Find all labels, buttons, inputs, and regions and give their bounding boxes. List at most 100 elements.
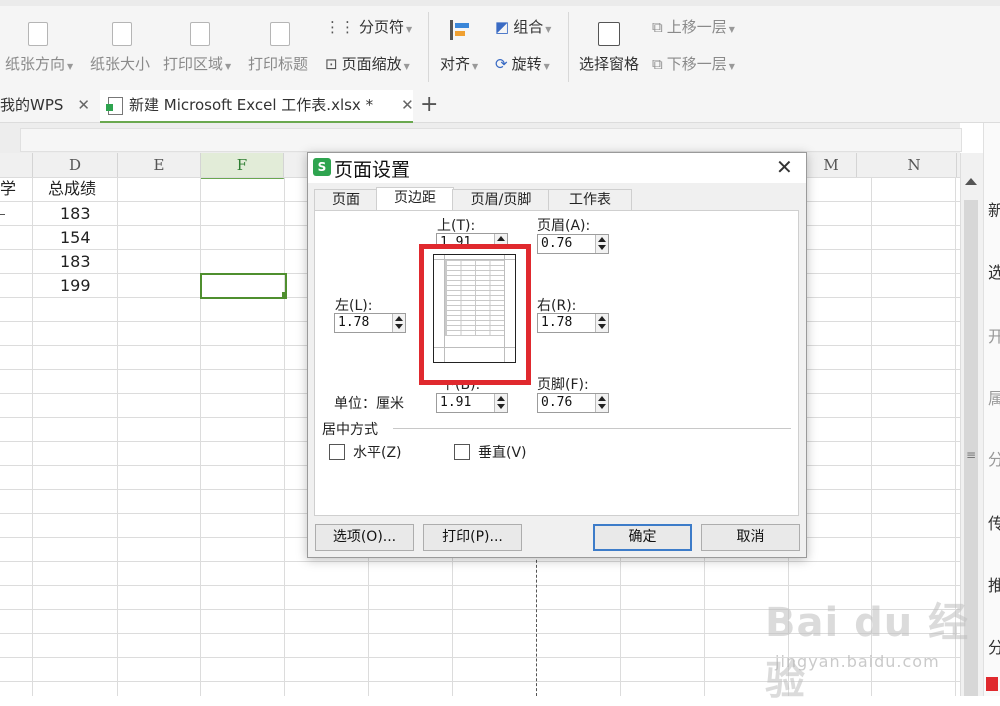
formula-input[interactable]	[20, 128, 962, 152]
print-area-button[interactable]: 打印区域 ▼	[163, 53, 231, 74]
selected-cell-f5[interactable]	[200, 273, 287, 299]
selection-pane-button[interactable]: 选择窗格	[579, 53, 639, 74]
paper-size-button[interactable]: 纸张大小	[90, 53, 150, 74]
selection-pane-icon	[598, 22, 620, 46]
tab-worksheet[interactable]: 工作表	[548, 189, 632, 211]
cell-d2[interactable]: 183	[60, 202, 91, 226]
page-preview-highlight	[419, 244, 531, 385]
bring-forward-icon: ⧉	[652, 18, 663, 36]
margins-tab-panel: 上(T): 1.91 页眉(A): 0.76 左(L): 1.78 右(R): …	[314, 210, 799, 516]
side-panel-text[interactable]: 分	[988, 446, 1000, 470]
grid-line	[200, 177, 201, 696]
vertical-label[interactable]: 垂直(V)	[478, 442, 527, 462]
spin-down-icon[interactable]	[598, 245, 606, 250]
tab-excel-file[interactable]: 新建 Microsoft Excel 工作表.xlsx * ✕	[100, 90, 414, 123]
close-icon[interactable]: ✕	[401, 96, 414, 114]
ribbon-top-strip	[0, 0, 1000, 6]
page-zoom-icon: ⊡	[325, 55, 338, 73]
right-margin-spinner[interactable]: 1.78	[537, 313, 609, 333]
paper-orientation-icon	[28, 22, 48, 46]
top-margin-label: 上(T):	[437, 218, 476, 234]
grid-line	[284, 177, 285, 696]
column-header-m[interactable]: M	[805, 153, 857, 177]
footer-margin-spinner[interactable]: 0.76	[537, 393, 609, 413]
cell-d3[interactable]: 154	[60, 226, 91, 250]
side-panel-text[interactable]: 开	[988, 323, 1000, 347]
header-margin-spinner[interactable]: 0.76	[537, 234, 609, 254]
column-header-d[interactable]: D	[33, 153, 118, 177]
side-panel-text[interactable]: 属	[988, 385, 1000, 409]
spin-down-icon[interactable]	[598, 404, 606, 409]
print-titles-button[interactable]: 打印标题	[248, 53, 308, 74]
bring-forward-button[interactable]: ⧉ 上移一层 ▼	[652, 16, 735, 37]
print-area-icon	[190, 22, 210, 46]
group-icon: ◩	[495, 18, 510, 36]
footer-margin-value[interactable]: 0.76	[541, 394, 572, 412]
horizontal-label[interactable]: 水平(Z)	[353, 442, 402, 462]
side-panel-text[interactable]: 选	[988, 259, 1000, 283]
cell-d1[interactable]: 总成绩	[48, 177, 96, 201]
column-header-f[interactable]: F	[201, 153, 284, 179]
align-button[interactable]: 对齐 ▼	[440, 53, 478, 74]
spin-down-icon[interactable]	[395, 324, 403, 329]
cell-c1[interactable]: 学	[0, 177, 16, 201]
cancel-button[interactable]: 取消	[701, 524, 800, 551]
column-header-n[interactable]: N	[872, 153, 957, 177]
spin-down-icon[interactable]	[497, 404, 505, 409]
spin-up-icon[interactable]	[598, 396, 606, 401]
page-zoom-button[interactable]: ⊡ 页面缩放 ▼	[325, 53, 410, 74]
spin-up-icon[interactable]	[497, 396, 505, 401]
tab-margins[interactable]: 页边距	[376, 187, 454, 212]
spin-up-icon[interactable]	[395, 316, 403, 321]
spin-buttons[interactable]	[392, 314, 405, 332]
scroll-grip-icon: ≡	[966, 448, 977, 462]
spin-down-icon[interactable]	[598, 324, 606, 329]
send-backward-icon: ⧉	[652, 55, 663, 73]
bottom-margin-spinner[interactable]: 1.91	[436, 393, 508, 413]
ribbon-separator	[568, 12, 569, 82]
left-margin-spinner[interactable]: 1.78	[334, 313, 406, 333]
close-icon[interactable]: ✕	[776, 155, 793, 179]
bottom-margin-value[interactable]: 1.91	[440, 394, 471, 412]
cell-d5[interactable]: 199	[60, 274, 91, 298]
tab-header-footer[interactable]: 页眉/页脚	[452, 189, 550, 211]
spin-up-icon[interactable]	[598, 316, 606, 321]
group-button[interactable]: ◩ 组合 ▼	[495, 16, 551, 37]
send-backward-button[interactable]: ⧉ 下移一层 ▼	[652, 53, 735, 74]
spin-up-icon[interactable]	[598, 237, 606, 242]
options-button[interactable]: 选项(O)...	[315, 524, 414, 551]
spin-up-icon[interactable]	[497, 236, 505, 241]
page-break-button[interactable]: ⋮⋮ 分页符 ▼	[325, 16, 412, 37]
spin-buttons[interactable]	[595, 314, 608, 332]
vertical-checkbox[interactable]	[454, 444, 470, 460]
spin-buttons[interactable]	[595, 394, 608, 412]
fill-handle[interactable]	[282, 292, 287, 297]
column-header-e[interactable]: E	[118, 153, 201, 177]
left-margin-label: 左(L):	[335, 298, 373, 314]
section-divider	[393, 428, 791, 429]
left-margin-value[interactable]: 1.78	[338, 314, 369, 332]
ribbon-toolbar	[0, 0, 1000, 91]
right-margin-label: 右(R):	[537, 298, 577, 314]
print-button[interactable]: 打印(P)...	[423, 524, 522, 551]
header-margin-value[interactable]: 0.76	[541, 235, 572, 253]
tab-home[interactable]: 我的WPS ✕	[0, 90, 90, 121]
ok-button[interactable]: 确定	[593, 524, 692, 551]
column-header-c[interactable]	[0, 153, 33, 177]
cell-d4[interactable]: 183	[60, 250, 91, 274]
preview-margin-line	[434, 347, 515, 348]
new-tab-button[interactable]: +	[420, 92, 438, 117]
horizontal-checkbox[interactable]	[329, 444, 345, 460]
side-panel-text[interactable]: 新	[988, 197, 1000, 221]
excel-file-icon	[106, 96, 123, 115]
rotate-button[interactable]: ⟳ 旋转 ▼	[495, 53, 550, 74]
close-icon[interactable]: ✕	[77, 96, 90, 114]
tab-page[interactable]: 页面	[314, 189, 378, 211]
spin-buttons[interactable]	[595, 235, 608, 253]
spin-buttons[interactable]	[494, 394, 507, 412]
side-panel-text[interactable]: 传	[988, 510, 1000, 534]
scroll-up-icon[interactable]	[965, 178, 977, 185]
ribbon-separator	[428, 12, 429, 82]
paper-orientation-button[interactable]: 纸张方向 ▼	[5, 53, 73, 74]
right-margin-value[interactable]: 1.78	[541, 314, 572, 332]
